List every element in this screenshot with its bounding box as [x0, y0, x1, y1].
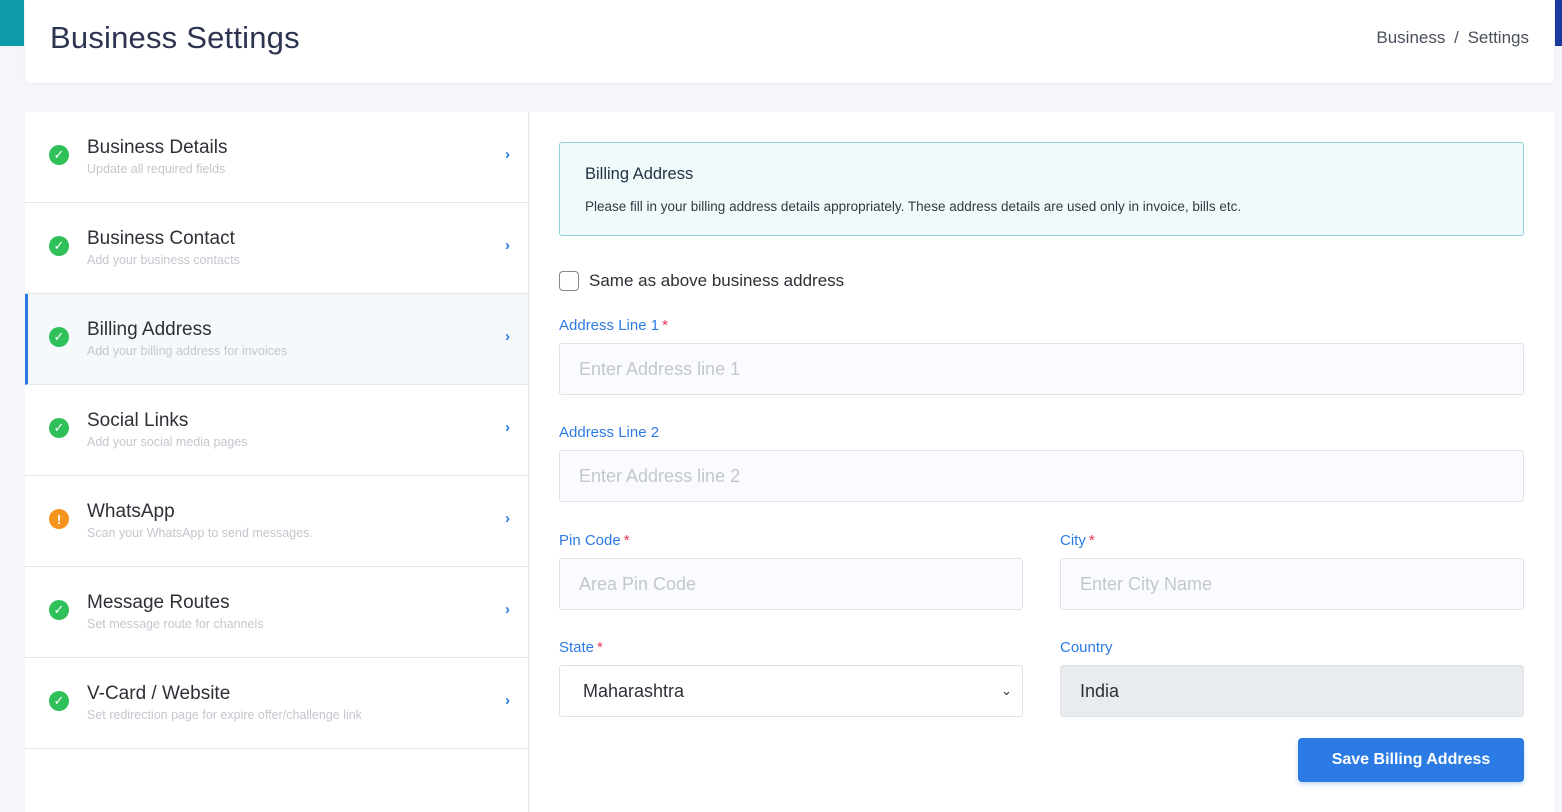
required-marker: * — [662, 317, 668, 334]
address-line-1-placeholder: Enter Address line 1 — [579, 358, 741, 379]
sidebar-item-social-links[interactable]: ✓ Social Links Add your social media pag… — [25, 385, 528, 476]
chevron-down-icon: ⌄ — [1001, 683, 1012, 698]
sidebar-item-subtitle: Set redirection page for expire offer/ch… — [87, 708, 362, 722]
sidebar-item-subtitle: Set message route for channels — [87, 617, 264, 631]
sidebar-item-title: V-Card / Website — [87, 683, 231, 704]
chevron-right-icon: › — [505, 692, 510, 709]
country-value: India — [1080, 680, 1120, 701]
state-label-text: State — [559, 639, 595, 656]
chevron-right-icon: › — [505, 419, 510, 436]
breadcrumb-item-business[interactable]: Business — [1376, 28, 1445, 47]
city-label: City * — [1060, 532, 1095, 549]
sidebar-item-subtitle: Update all required fields — [87, 162, 226, 176]
same-as-above-label[interactable]: Same as above business address — [589, 271, 844, 291]
same-as-above-row[interactable]: Same as above business address — [559, 271, 844, 291]
address-line-2-placeholder: Enter Address line 2 — [579, 465, 741, 486]
sidebar-item-title: WhatsApp — [87, 501, 175, 522]
city-placeholder: Enter City Name — [1080, 573, 1213, 594]
save-billing-address-button[interactable]: Save Billing Address — [1298, 738, 1524, 782]
pin-code-placeholder: Area Pin Code — [579, 573, 697, 594]
same-as-above-checkbox[interactable] — [559, 271, 579, 291]
required-marker: * — [1088, 532, 1095, 549]
check-circle-icon: ✓ — [49, 236, 69, 256]
address-line-2-input[interactable]: Enter Address line 2 — [559, 450, 1524, 502]
sidebar-item-message-routes[interactable]: ✓ Message Routes Set message route for c… — [25, 567, 528, 658]
info-alert-text: Please fill in your billing address deta… — [585, 199, 1242, 214]
chevron-right-icon: › — [505, 328, 510, 345]
state-label: State * — [559, 639, 603, 656]
required-marker: * — [623, 532, 630, 549]
sidebar-item-title: Business Details — [87, 137, 228, 158]
address-line-2-label: Address Line 2 — [559, 424, 659, 441]
sidebar-item-title: Billing Address — [87, 319, 212, 340]
sidebar-item-title: Message Routes — [87, 592, 230, 613]
sidebar-item-subtitle: Add your billing address for invoices — [87, 344, 288, 358]
sidebar-item-subtitle: Scan your WhatsApp to send messages. — [87, 526, 313, 540]
sidebar-item-title: Social Links — [87, 410, 189, 431]
pin-code-input[interactable]: Area Pin Code — [559, 558, 1023, 610]
city-label-text: City — [1060, 532, 1086, 549]
sidebar-item-title: Business Contact — [87, 228, 235, 249]
chevron-right-icon: › — [505, 146, 510, 163]
address-line-1-label: Address Line 1 * — [559, 317, 668, 334]
info-alert: Billing Address Please fill in your bill… — [559, 142, 1524, 236]
address-line-1-input[interactable]: Enter Address line 1 — [559, 343, 1524, 395]
address-line-1-label-text: Address Line 1 — [559, 317, 660, 334]
sidebar-item-business-contact[interactable]: ✓ Business Contact Add your business con… — [25, 203, 528, 294]
check-circle-icon: ✓ — [49, 327, 69, 347]
sidebar-item-subtitle: Add your social media pages — [87, 435, 248, 449]
check-circle-icon: ✓ — [49, 145, 69, 165]
chevron-right-icon: › — [505, 601, 510, 618]
country-input: India — [1060, 665, 1524, 717]
page-header: Business Settings Business / Settings — [25, 0, 1554, 83]
page-title: Business Settings — [50, 20, 300, 55]
city-input[interactable]: Enter City Name — [1060, 558, 1524, 610]
check-circle-icon: ✓ — [49, 418, 69, 438]
state-select-value: Maharashtra — [583, 680, 685, 701]
chevron-right-icon: › — [505, 510, 510, 527]
check-circle-icon: ✓ — [49, 691, 69, 711]
country-label: Country — [1060, 639, 1113, 656]
settings-sidebar: ✓ Business Details Update all required f… — [25, 112, 529, 812]
address-line-2-label-text: Address Line 2 — [559, 424, 660, 441]
billing-address-panel: Billing Address Please fill in your bill… — [530, 112, 1554, 812]
sidebar-item-billing-address[interactable]: ✓ Billing Address Add your billing addre… — [25, 294, 528, 385]
breadcrumb-item-settings: Settings — [1467, 28, 1529, 47]
check-circle-icon: ✓ — [49, 600, 69, 620]
required-marker: * — [597, 639, 603, 656]
sidebar-item-business-details[interactable]: ✓ Business Details Update all required f… — [25, 112, 528, 203]
state-select[interactable]: Maharashtra ⌄ — [559, 665, 1023, 717]
sidebar-item-subtitle: Add your business contacts — [87, 253, 240, 267]
exclamation-circle-icon: ! — [49, 509, 69, 529]
breadcrumb: Business / Settings — [1376, 28, 1529, 48]
breadcrumb-separator: / — [1454, 28, 1459, 47]
corner-accent-right — [1555, 0, 1562, 46]
sidebar-item-vcard-website[interactable]: ✓ V-Card / Website Set redirection page … — [25, 658, 528, 749]
chevron-right-icon: › — [505, 237, 510, 254]
info-alert-title: Billing Address — [585, 165, 694, 183]
corner-accent-left — [0, 0, 24, 46]
sidebar-item-whatsapp[interactable]: ! WhatsApp Scan your WhatsApp to send me… — [25, 476, 528, 567]
pin-code-label-text: Pin Code — [559, 532, 621, 549]
country-label-text: Country — [1060, 639, 1113, 656]
pin-code-label: Pin Code * — [559, 532, 630, 549]
